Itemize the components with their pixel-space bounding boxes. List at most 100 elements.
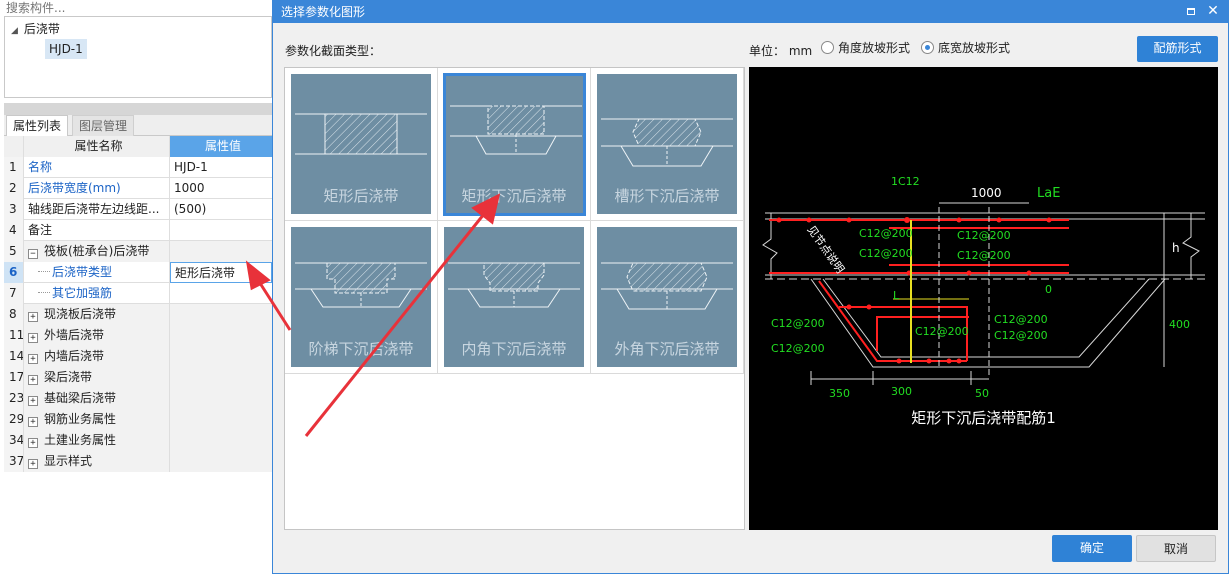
property-tabs: 属性列表 图层管理 (4, 115, 272, 136)
table-row-group[interactable]: 37 + 显示样式 (4, 451, 272, 472)
table-row[interactable]: 1 名称 HJD-1 (4, 157, 272, 178)
shape-option[interactable]: 外角下沉后浇带 (591, 221, 744, 374)
label-rebar: C12@200 (994, 329, 1048, 342)
collapse-triangle-icon[interactable]: ◢ (11, 26, 18, 36)
table-row[interactable]: 3 轴线距后浇带左边线距... (500) (4, 199, 272, 220)
maximize-icon[interactable] (1184, 5, 1198, 19)
table-row-group[interactable]: 34 + 土建业务属性 (4, 430, 272, 451)
property-value[interactable] (170, 283, 272, 304)
table-row[interactable]: 4 备注 (4, 220, 272, 241)
expand-icon[interactable]: + (28, 375, 38, 385)
table-row-group[interactable]: 23 + 基础梁后浇带 (4, 388, 272, 409)
row-number: 2 (4, 178, 24, 199)
ok-button[interactable]: 确定 (1052, 535, 1132, 562)
collapse-icon[interactable]: − (28, 249, 38, 259)
shape-caption: 矩形后浇带 (323, 187, 399, 205)
radio-width-slope[interactable]: 底宽放坡形式 (921, 41, 1010, 57)
label-dim-350: 350 (829, 387, 850, 400)
dialog-title: 选择参数化图形 (281, 5, 366, 19)
label-l: L (893, 289, 900, 302)
property-name: 轴线距后浇带左边线距... (24, 199, 170, 220)
label-rebar: C12@200 (915, 325, 969, 338)
expand-icon[interactable]: + (28, 396, 38, 406)
radio-circle-icon[interactable] (821, 41, 834, 54)
property-value (170, 346, 272, 367)
rebar-form-button[interactable]: 配筋形式 (1137, 36, 1218, 62)
property-name: 名称 (24, 157, 170, 178)
property-value[interactable]: (500) (170, 199, 272, 220)
search-input[interactable] (4, 0, 272, 16)
group-label: 筏板(桩承台)后浇带 (44, 244, 150, 258)
table-row-selected[interactable]: 6 后浇带类型 矩形后浇带 (4, 262, 272, 283)
label-depth: 400 (1169, 318, 1190, 331)
group-label: 内墙后浇带 (44, 349, 105, 363)
grid-header-name: 属性名称 (24, 136, 170, 157)
tree-node-hjd1[interactable]: HJD-1 (45, 39, 87, 59)
shape-caption: 内角下沉后浇带 (461, 340, 567, 358)
section-type-label: 参数化截面类型： (285, 44, 382, 58)
shape-caption: 矩形下沉后浇带 (461, 187, 567, 205)
expand-icon[interactable]: + (28, 438, 38, 448)
row-number: 3 (4, 199, 24, 220)
row-number: 29 (4, 409, 24, 430)
shape-option-selected[interactable]: 矩形下沉后浇带 (438, 68, 591, 221)
group-name: + 现浇板后浇带 (24, 304, 170, 325)
property-grid: 属性名称 属性值 1 名称 HJD-1 2 后浇带宽度(mm) 1000 3 轴… (4, 136, 272, 472)
expand-icon[interactable]: + (28, 333, 38, 343)
splitter[interactable] (4, 103, 272, 115)
table-row-group[interactable]: 11 + 外墙后浇带 (4, 325, 272, 346)
shape-option[interactable]: 槽形下沉后浇带 (591, 68, 744, 221)
group-label: 钢筋业务属性 (44, 412, 117, 426)
property-value[interactable]: HJD-1 (170, 157, 272, 178)
table-row[interactable]: 7 其它加强筋 (4, 283, 272, 304)
group-label: 梁后浇带 (44, 370, 93, 384)
left-panel: ◢ 后浇带 HJD-1 属性列表 图层管理 属性名称 属性值 1 名称 HJD-1… (0, 0, 272, 574)
row-number: 5 (4, 241, 24, 262)
grid-header: 属性名称 属性值 (4, 136, 272, 157)
cancel-button[interactable]: 取消 (1136, 535, 1216, 562)
group-label: 外墙后浇带 (44, 328, 105, 342)
property-value (170, 430, 272, 451)
tree-node-root[interactable]: ◢ 后浇带 (11, 19, 60, 41)
shape-option[interactable]: 矩形后浇带 (285, 68, 438, 221)
row-number: 4 (4, 220, 24, 241)
label-rebar: C12@200 (994, 313, 1048, 326)
label-width: 1000 (971, 186, 1002, 200)
tab-layers[interactable]: 图层管理 (72, 115, 135, 136)
expand-icon[interactable]: + (28, 459, 38, 469)
table-row-group[interactable]: 5 − 筏板(桩承台)后浇带 (4, 241, 272, 262)
group-name: + 显示样式 (24, 451, 170, 472)
table-row-group[interactable]: 14 + 内墙后浇带 (4, 346, 272, 367)
label-rebar: C12@200 (957, 249, 1011, 262)
property-value[interactable]: 1000 (170, 178, 272, 199)
row-number: 34 (4, 430, 24, 451)
row-number: 37 (4, 451, 24, 472)
property-label: 其它加强筋 (52, 286, 113, 300)
unit-label: 单位： mm (749, 44, 813, 58)
tab-properties[interactable]: 属性列表 (6, 115, 69, 136)
property-value (170, 388, 272, 409)
radio-angle-slope[interactable]: 角度放坡形式 (821, 41, 910, 57)
expand-icon[interactable]: + (28, 312, 38, 322)
label-dim-300: 300 (891, 385, 912, 398)
property-value (170, 409, 272, 430)
grid-header-value: 属性值 (170, 136, 272, 157)
table-row-group[interactable]: 8 + 现浇板后浇带 (4, 304, 272, 325)
expand-icon[interactable]: + (28, 417, 38, 427)
shape-option[interactable]: 内角下沉后浇带 (438, 221, 591, 374)
dialog-titlebar[interactable]: 选择参数化图形 ✕ (273, 1, 1228, 23)
close-icon[interactable]: ✕ (1204, 1, 1222, 23)
row-number: 17 (4, 367, 24, 388)
label-rebar: C12@200 (771, 317, 825, 330)
property-value[interactable] (170, 220, 272, 241)
radio-checked-icon[interactable] (921, 41, 934, 54)
table-row-group[interactable]: 17 + 梁后浇带 (4, 367, 272, 388)
shape-type-field[interactable]: 矩形后浇带 (170, 262, 272, 283)
tree-branch-line (38, 271, 50, 272)
group-label: 显示样式 (44, 454, 93, 468)
shape-option[interactable]: 阶梯下沉后浇带 (285, 221, 438, 374)
expand-icon[interactable]: + (28, 354, 38, 364)
property-value (170, 325, 272, 346)
table-row[interactable]: 2 后浇带宽度(mm) 1000 (4, 178, 272, 199)
table-row-group[interactable]: 29 + 钢筋业务属性 (4, 409, 272, 430)
